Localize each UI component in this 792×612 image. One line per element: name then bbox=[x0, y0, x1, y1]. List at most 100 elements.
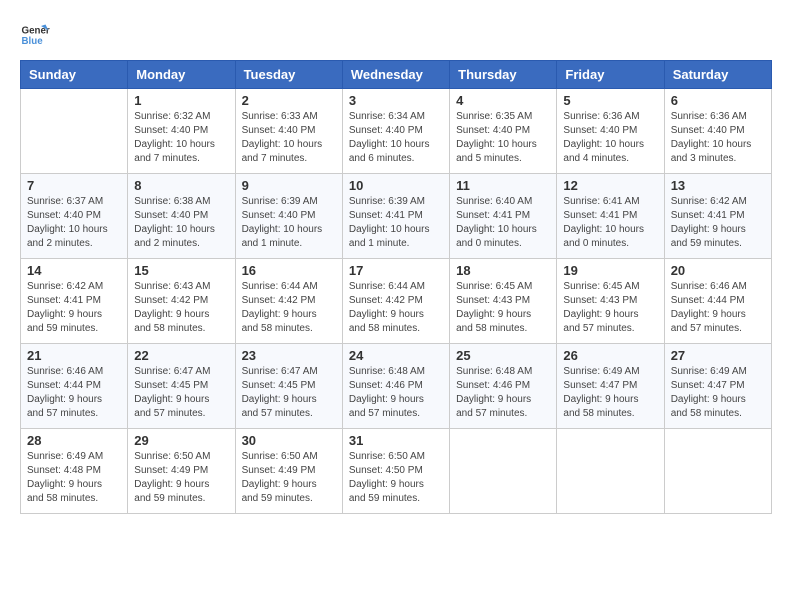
calendar-cell: 11Sunrise: 6:40 AMSunset: 4:41 PMDayligh… bbox=[450, 174, 557, 259]
calendar-cell: 12 Sunrise: 6:41 AMSunset: 4:41 PMDayligh… bbox=[557, 174, 664, 259]
calendar-cell: 28 Sunrise: 6:49 AMSunset: 4:48 PMDayligh… bbox=[21, 429, 128, 514]
day-number: 24 bbox=[349, 348, 443, 363]
calendar-cell: 14Sunrise: 6:42 AMSunset: 4:41 PMDayligh… bbox=[21, 259, 128, 344]
day-number: 9 bbox=[242, 178, 336, 193]
calendar-cell: 10 Sunrise: 6:39 AMSunset: 4:41 PMDayligh… bbox=[342, 174, 449, 259]
calendar-cell: 7 Sunrise: 6:37 AMSunset: 4:40 PMDaylight… bbox=[21, 174, 128, 259]
logo-icon: General Blue bbox=[20, 20, 50, 50]
day-info: Sunrise: 6:35 AMSunset: 4:40 PMDaylight:… bbox=[456, 110, 550, 166]
calendar-cell: 31Sunrise: 6:50 AMSunset: 4:50 PMDayligh… bbox=[342, 429, 449, 514]
day-number: 1 bbox=[134, 93, 228, 108]
calendar-cell: 30 Sunrise: 6:50 AMSunset: 4:49 PMDayligh… bbox=[235, 429, 342, 514]
calendar-week-row: 1 Sunrise: 6:32 AMSunset: 4:40 PMDaylight… bbox=[21, 89, 772, 174]
day-of-week-header: Monday bbox=[128, 61, 235, 89]
calendar-cell: 21 Sunrise: 6:46 AMSunset: 4:44 PMDayligh… bbox=[21, 344, 128, 429]
calendar-cell: 16 Sunrise: 6:44 AMSunset: 4:42 PMDayligh… bbox=[235, 259, 342, 344]
day-number: 25 bbox=[456, 348, 550, 363]
logo: General Blue bbox=[20, 20, 50, 50]
day-number: 13 bbox=[671, 178, 765, 193]
day-info: Sunrise: 6:44 AMSunset: 4:42 PMDaylight:… bbox=[349, 280, 443, 336]
page-header: General Blue bbox=[20, 20, 772, 50]
day-info: Sunrise: 6:47 AMSunset: 4:45 PMDaylight:… bbox=[134, 365, 228, 421]
day-info: Sunrise: 6:43 AMSunset: 4:42 PMDaylight:… bbox=[134, 280, 228, 336]
day-info: Sunrise: 6:49 AMSunset: 4:47 PMDaylight:… bbox=[671, 365, 765, 421]
calendar-cell: 8 Sunrise: 6:38 AMSunset: 4:40 PMDaylight… bbox=[128, 174, 235, 259]
day-number: 16 bbox=[242, 263, 336, 278]
day-number: 8 bbox=[134, 178, 228, 193]
day-info: Sunrise: 6:47 AMSunset: 4:45 PMDaylight:… bbox=[242, 365, 336, 421]
calendar-cell: 25 Sunrise: 6:48 AMSunset: 4:46 PMDayligh… bbox=[450, 344, 557, 429]
day-info: Sunrise: 6:32 AMSunset: 4:40 PMDaylight:… bbox=[134, 110, 228, 166]
day-number: 21 bbox=[27, 348, 121, 363]
day-info: Sunrise: 6:33 AMSunset: 4:40 PMDaylight:… bbox=[242, 110, 336, 166]
calendar-cell: 5Sunrise: 6:36 AMSunset: 4:40 PMDaylight… bbox=[557, 89, 664, 174]
calendar-cell: 23 Sunrise: 6:47 AMSunset: 4:45 PMDayligh… bbox=[235, 344, 342, 429]
day-number: 27 bbox=[671, 348, 765, 363]
day-info: Sunrise: 6:48 AMSunset: 4:46 PMDaylight:… bbox=[456, 365, 550, 421]
day-info: Sunrise: 6:42 AMSunset: 4:41 PMDaylight:… bbox=[671, 195, 765, 251]
calendar-cell: 26Sunrise: 6:49 AMSunset: 4:47 PMDayligh… bbox=[557, 344, 664, 429]
calendar-cell: 1 Sunrise: 6:32 AMSunset: 4:40 PMDaylight… bbox=[128, 89, 235, 174]
day-number: 15 bbox=[134, 263, 228, 278]
day-info: Sunrise: 6:38 AMSunset: 4:40 PMDaylight:… bbox=[134, 195, 228, 251]
day-number: 7 bbox=[27, 178, 121, 193]
calendar-cell: 2 Sunrise: 6:33 AMSunset: 4:40 PMDaylight… bbox=[235, 89, 342, 174]
calendar-cell bbox=[21, 89, 128, 174]
day-number: 28 bbox=[27, 433, 121, 448]
day-info: Sunrise: 6:36 AMSunset: 4:40 PMDaylight:… bbox=[671, 110, 765, 166]
day-number: 30 bbox=[242, 433, 336, 448]
day-of-week-header: Thursday bbox=[450, 61, 557, 89]
svg-text:Blue: Blue bbox=[22, 36, 44, 47]
day-number: 23 bbox=[242, 348, 336, 363]
day-number: 2 bbox=[242, 93, 336, 108]
day-info: Sunrise: 6:44 AMSunset: 4:42 PMDaylight:… bbox=[242, 280, 336, 336]
day-number: 4 bbox=[456, 93, 550, 108]
day-info: Sunrise: 6:41 AMSunset: 4:41 PMDaylight:… bbox=[563, 195, 657, 251]
day-info: Sunrise: 6:37 AMSunset: 4:40 PMDaylight:… bbox=[27, 195, 121, 251]
calendar-cell: 4 Sunrise: 6:35 AMSunset: 4:40 PMDaylight… bbox=[450, 89, 557, 174]
day-number: 19 bbox=[563, 263, 657, 278]
day-info: Sunrise: 6:46 AMSunset: 4:44 PMDaylight:… bbox=[27, 365, 121, 421]
day-of-week-header: Sunday bbox=[21, 61, 128, 89]
calendar-cell: 15 Sunrise: 6:43 AMSunset: 4:42 PMDayligh… bbox=[128, 259, 235, 344]
day-info: Sunrise: 6:39 AMSunset: 4:41 PMDaylight:… bbox=[349, 195, 443, 251]
day-info: Sunrise: 6:39 AMSunset: 4:40 PMDaylight:… bbox=[242, 195, 336, 251]
calendar-week-row: 21 Sunrise: 6:46 AMSunset: 4:44 PMDayligh… bbox=[21, 344, 772, 429]
day-info: Sunrise: 6:48 AMSunset: 4:46 PMDaylight:… bbox=[349, 365, 443, 421]
day-of-week-header: Friday bbox=[557, 61, 664, 89]
day-info: Sunrise: 6:50 AMSunset: 4:49 PMDaylight:… bbox=[134, 450, 228, 506]
calendar-cell: 18Sunrise: 6:45 AMSunset: 4:43 PMDayligh… bbox=[450, 259, 557, 344]
calendar-table: SundayMondayTuesdayWednesdayThursdayFrid… bbox=[20, 60, 772, 514]
calendar-cell: 17 Sunrise: 6:44 AMSunset: 4:42 PMDayligh… bbox=[342, 259, 449, 344]
day-of-week-header: Wednesday bbox=[342, 61, 449, 89]
calendar-cell: 6Sunrise: 6:36 AMSunset: 4:40 PMDaylight… bbox=[664, 89, 771, 174]
day-info: Sunrise: 6:46 AMSunset: 4:44 PMDaylight:… bbox=[671, 280, 765, 336]
calendar-cell: 19 Sunrise: 6:45 AMSunset: 4:43 PMDayligh… bbox=[557, 259, 664, 344]
day-info: Sunrise: 6:40 AMSunset: 4:41 PMDaylight:… bbox=[456, 195, 550, 251]
day-of-week-header: Saturday bbox=[664, 61, 771, 89]
day-info: Sunrise: 6:50 AMSunset: 4:49 PMDaylight:… bbox=[242, 450, 336, 506]
calendar-cell bbox=[664, 429, 771, 514]
calendar-cell bbox=[557, 429, 664, 514]
calendar-cell: 29Sunrise: 6:50 AMSunset: 4:49 PMDayligh… bbox=[128, 429, 235, 514]
day-info: Sunrise: 6:45 AMSunset: 4:43 PMDaylight:… bbox=[563, 280, 657, 336]
calendar-cell: 22 Sunrise: 6:47 AMSunset: 4:45 PMDayligh… bbox=[128, 344, 235, 429]
day-info: Sunrise: 6:49 AMSunset: 4:48 PMDaylight:… bbox=[27, 450, 121, 506]
day-number: 22 bbox=[134, 348, 228, 363]
day-number: 18 bbox=[456, 263, 550, 278]
day-number: 12 bbox=[563, 178, 657, 193]
calendar-cell: 27 Sunrise: 6:49 AMSunset: 4:47 PMDayligh… bbox=[664, 344, 771, 429]
day-number: 17 bbox=[349, 263, 443, 278]
day-number: 3 bbox=[349, 93, 443, 108]
calendar-cell: 24 Sunrise: 6:48 AMSunset: 4:46 PMDayligh… bbox=[342, 344, 449, 429]
day-info: Sunrise: 6:50 AMSunset: 4:50 PMDaylight:… bbox=[349, 450, 443, 506]
calendar-cell: 9 Sunrise: 6:39 AMSunset: 4:40 PMDaylight… bbox=[235, 174, 342, 259]
calendar-week-row: 14Sunrise: 6:42 AMSunset: 4:41 PMDayligh… bbox=[21, 259, 772, 344]
day-number: 26 bbox=[563, 348, 657, 363]
day-number: 5 bbox=[563, 93, 657, 108]
calendar-cell: 20Sunrise: 6:46 AMSunset: 4:44 PMDayligh… bbox=[664, 259, 771, 344]
calendar-header-row: SundayMondayTuesdayWednesdayThursdayFrid… bbox=[21, 61, 772, 89]
calendar-cell bbox=[450, 429, 557, 514]
day-number: 10 bbox=[349, 178, 443, 193]
day-number: 14 bbox=[27, 263, 121, 278]
